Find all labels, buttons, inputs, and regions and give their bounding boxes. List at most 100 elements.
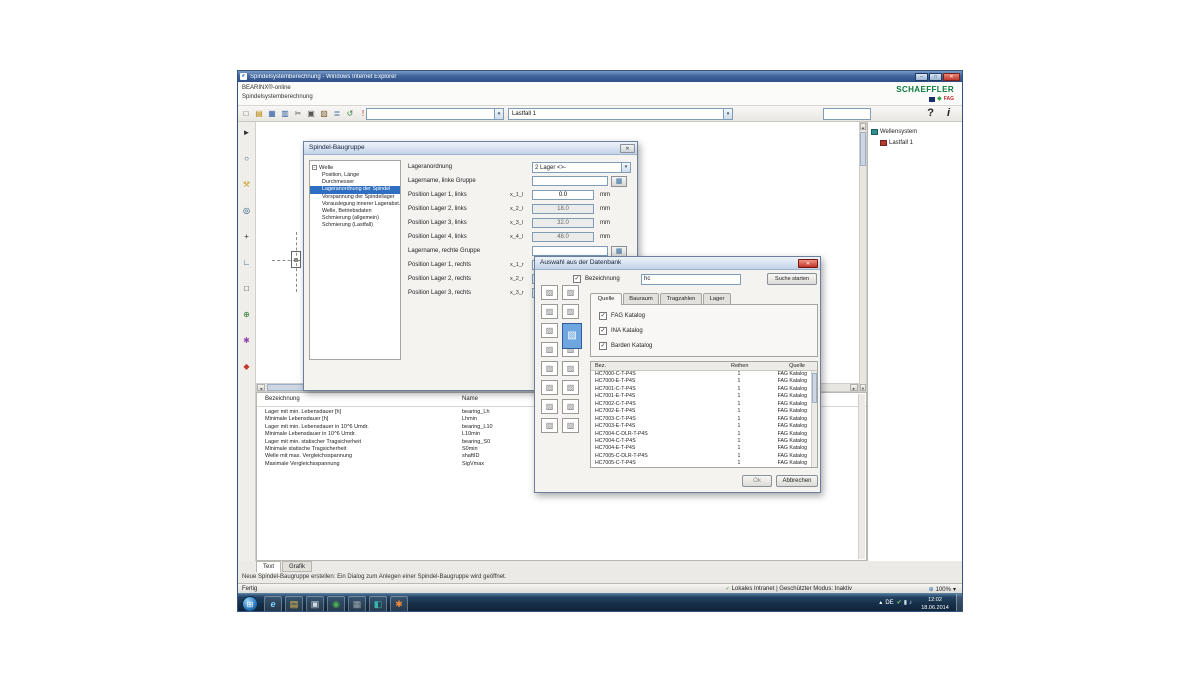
save-icon[interactable]: ▦ [267, 108, 277, 119]
close-button[interactable]: ✕ [943, 73, 960, 81]
section-icon[interactable]: □ [240, 282, 253, 295]
tree-item-8[interactable]: Schmierung (Lastfall) [310, 222, 400, 229]
paste-icon[interactable]: ▧ [319, 108, 329, 119]
catalog-row[interactable]: HC7001-E-T-P4S1FAG Katalog [591, 393, 811, 400]
position-left-1-input[interactable]: 0.0 [532, 190, 594, 200]
tray-security-icon[interactable]: ✔ [897, 598, 902, 608]
taskbar-ie-icon[interactable]: e [264, 596, 282, 612]
catalog-row[interactable]: HC7004-C-DLR-T-P4S1FAG Katalog [591, 431, 811, 438]
zoom-icon[interactable]: ○ [240, 152, 253, 165]
axes-icon[interactable]: ∟ [240, 256, 253, 269]
select-cursor-icon[interactable]: ► [240, 126, 253, 139]
catalog-row[interactable]: HC7003-C-T-P4S1FAG Katalog [591, 416, 811, 423]
right-group-name-input[interactable] [532, 246, 608, 256]
tray-expand-icon[interactable]: ▴ [879, 598, 882, 608]
tree-item-1[interactable]: Position, Länge [310, 172, 400, 179]
bearing-type-option[interactable]: ▨ [562, 304, 579, 319]
position-left-2-input[interactable]: 18.0 [532, 204, 594, 214]
chevron-down-icon[interactable]: ▾ [494, 109, 503, 119]
bearing-type-option[interactable]: ▨ [562, 361, 579, 376]
add-element-icon[interactable]: ⊕ [240, 308, 253, 321]
catalog-scroll-thumb[interactable] [812, 373, 817, 403]
bearing-type-option[interactable]: ▨ [541, 380, 558, 395]
start-search-button[interactable]: Suche starten [767, 273, 817, 285]
bearing-type-option[interactable]: ▨ [562, 285, 579, 300]
tree-item-5[interactable]: Vorauslegung innerer Lagerabst. [310, 201, 400, 208]
results-scrollbar[interactable] [858, 394, 865, 559]
bearing-type-option[interactable]: ▨ [541, 361, 558, 376]
measure-icon[interactable]: ✱ [240, 334, 253, 347]
designation-checkbox[interactable]: ✓ [573, 275, 581, 283]
tools-icon[interactable]: ⚒ [240, 178, 253, 191]
scroll-right-icon[interactable]: ► [850, 384, 858, 391]
show-desktop-button[interactable] [956, 594, 962, 612]
marker-icon[interactable]: ◆ [240, 360, 253, 373]
tree-item-2[interactable]: Durchmesser [310, 179, 400, 186]
catalog-row[interactable]: HC7005-C-T-P4S1FAG Katalog [591, 460, 811, 467]
scroll-down-icon[interactable]: ▼ [860, 384, 866, 391]
tab-text[interactable]: Text [256, 561, 281, 573]
bearing-type-selected[interactable]: ▨ [562, 323, 582, 349]
catalog-row[interactable]: HC7005-C-DLR-T-P4S1FAG Katalog [591, 453, 811, 460]
tray-network-icon[interactable]: ▮ [904, 598, 907, 608]
chevron-down-icon[interactable]: ▾ [621, 163, 630, 172]
language-indicator[interactable]: DE [885, 598, 893, 608]
open-icon[interactable]: ▤ [254, 108, 264, 119]
checkbox-ina-katalog[interactable]: ✓ [599, 327, 607, 335]
model-select[interactable]: ▾ [366, 108, 504, 120]
bearing-arrangement-select[interactable]: 2 Lager <>-▾ [532, 162, 631, 173]
magnify-icon[interactable]: ◎ [240, 204, 253, 217]
dialog-close-button[interactable]: ✕ [798, 259, 818, 268]
info-button[interactable]: i [947, 107, 950, 119]
copy-icon[interactable]: ▣ [306, 108, 316, 119]
taskbar-folder-icon[interactable]: ▤ [285, 596, 303, 612]
vertical-scroll-thumb[interactable] [860, 132, 866, 166]
taskbar-teal-app-icon[interactable]: ◧ [369, 596, 387, 612]
scroll-up-icon[interactable]: ▲ [860, 123, 866, 130]
bearing-type-option[interactable]: ▨ [541, 342, 558, 357]
position-left-3-input[interactable]: 32.0 [532, 218, 594, 228]
chevron-down-icon[interactable]: ▾ [723, 109, 732, 119]
checkbox-barden-katalog[interactable]: ✓ [599, 342, 607, 350]
catalog-scrollbar[interactable] [811, 371, 817, 467]
bearing-type-option[interactable]: ▨ [562, 418, 579, 433]
tab-bauraum[interactable]: Bauraum [623, 293, 659, 304]
taskbar-orange-app-icon[interactable]: ✱ [390, 596, 408, 612]
bearing-type-option[interactable]: ▨ [562, 399, 579, 414]
tree-root-row[interactable]: − Welle [310, 163, 400, 172]
tab-tragzahlen[interactable]: Tragzahlen [660, 293, 702, 304]
bearing-type-option[interactable]: ▨ [541, 285, 558, 300]
dialog-close-button[interactable]: ✕ [620, 144, 635, 153]
catalog-row[interactable]: HC7001-C-T-P4S1FAG Katalog [591, 386, 811, 393]
bearing-type-option[interactable]: ▨ [541, 418, 558, 433]
tab-grafik[interactable]: Grafik [282, 561, 312, 572]
catalog-row[interactable]: HC7002-E-T-P4S1FAG Katalog [591, 408, 811, 415]
left-group-name-input[interactable] [532, 176, 608, 186]
tree-item-6[interactable]: Welle, Betriebsdaten [310, 208, 400, 215]
start-button[interactable]: ⊞ [242, 596, 258, 612]
statusbar-zoom[interactable]: ⊕ 100% ▾ [929, 586, 956, 593]
vertical-scrollbar[interactable]: ▲ ▼ [859, 122, 867, 392]
tree-item-7[interactable]: Schmierung (allgemein) [310, 215, 400, 222]
tree-item-3[interactable]: Lageranordnung der Spindel [310, 186, 400, 193]
maximize-button[interactable]: □ [929, 73, 942, 81]
bearing-type-option[interactable]: ▨ [541, 304, 558, 319]
tree-item-4[interactable]: Vorspannung der Spindellager [310, 194, 400, 201]
catalog-row[interactable]: HC7002-C-T-P4S1FAG Katalog [591, 401, 811, 408]
taskbar-console-icon[interactable]: ▦ [348, 596, 366, 612]
tab-quelle[interactable]: Quelle [590, 293, 622, 305]
help-button[interactable]: ? [927, 107, 934, 119]
tree-item[interactable]: Lastfall 1 [871, 137, 962, 148]
catalog-row[interactable]: HC7004-E-T-P4S1FAG Katalog [591, 445, 811, 452]
refresh-icon[interactable]: ↺ [345, 108, 355, 119]
left-group-name-catalog-button[interactable]: ▦ [611, 176, 627, 187]
bearing-type-option[interactable]: ▨ [562, 380, 579, 395]
save-all-icon[interactable]: ▥ [280, 108, 290, 119]
catalog-row[interactable]: HC7004-C-T-P4S1FAG Katalog [591, 438, 811, 445]
report-icon[interactable]: ≣ [332, 108, 342, 119]
catalog-row[interactable]: HC7000-E-T-P4S1FAG Katalog [591, 378, 811, 385]
scroll-left-icon[interactable]: ◄ [257, 384, 265, 391]
taskbar-clock[interactable]: 12:02 18.06.2014 [916, 596, 954, 612]
ok-button[interactable]: Ok [742, 475, 772, 487]
bearing-type-option[interactable]: ▨ [541, 399, 558, 414]
